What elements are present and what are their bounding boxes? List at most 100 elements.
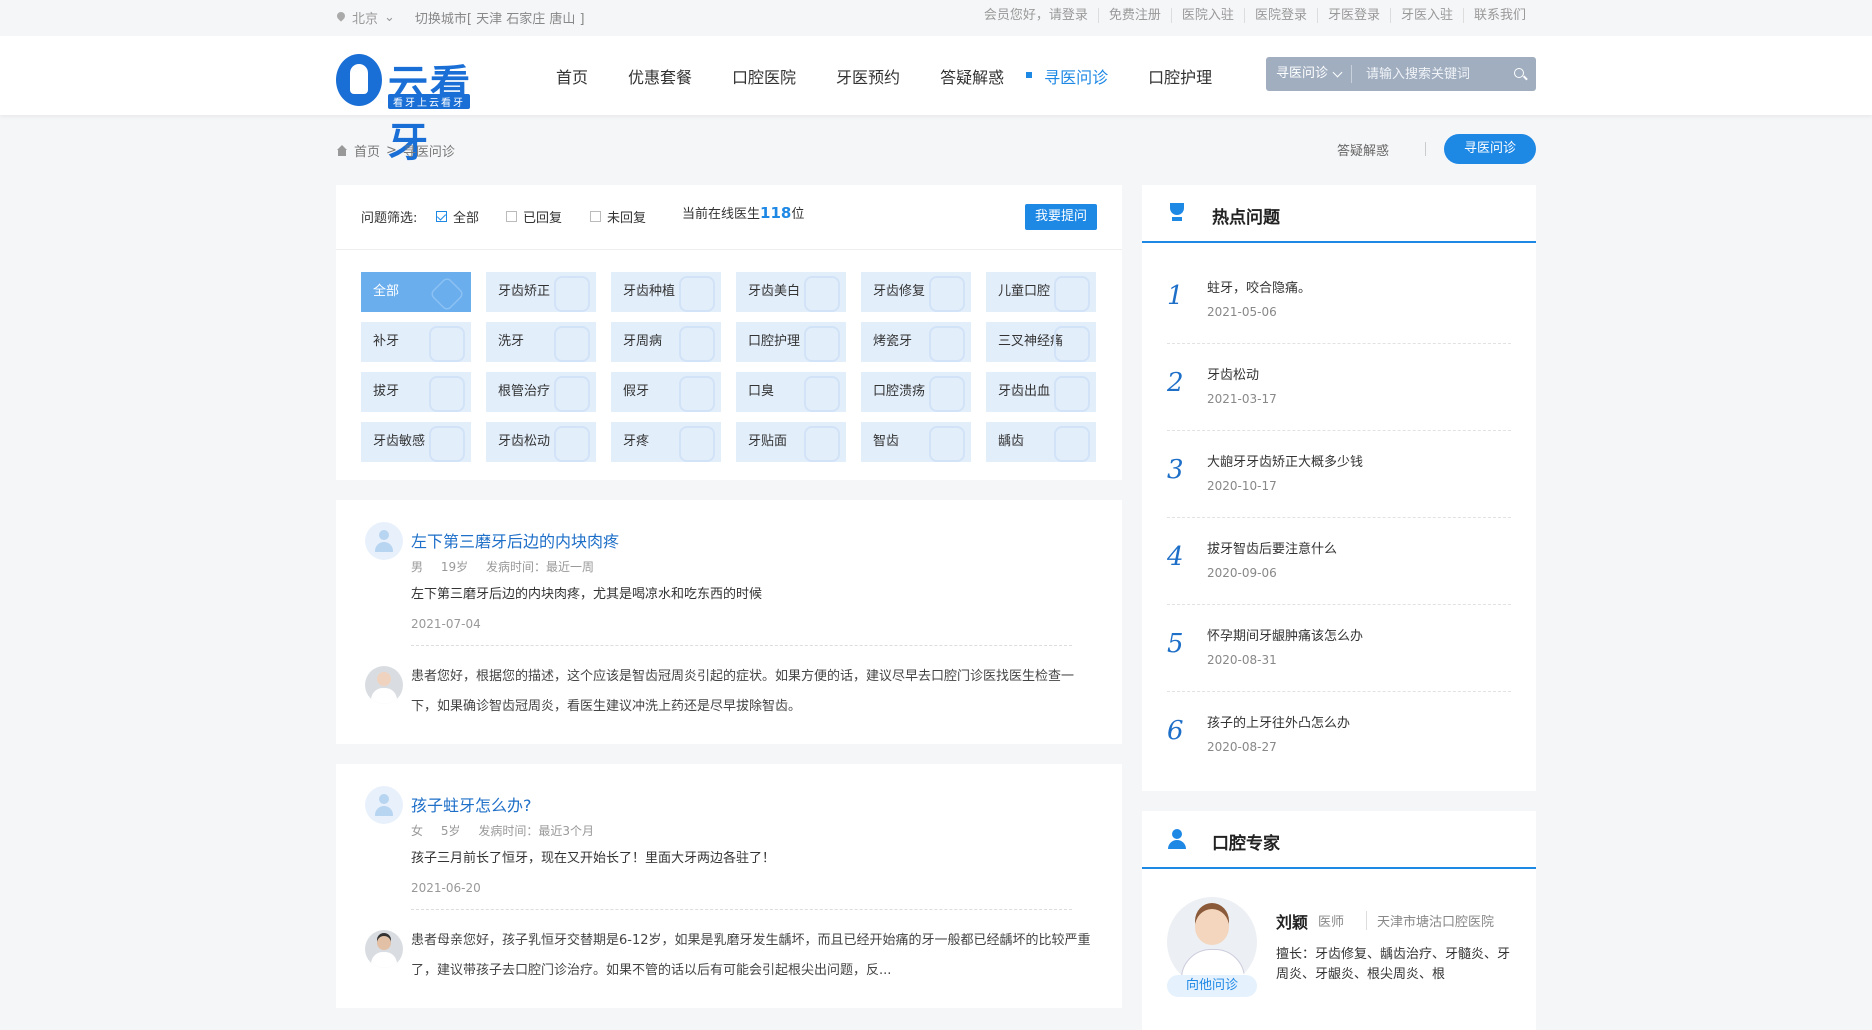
expert-hospital[interactable]: 天津市塘沽口腔医院 [1366,911,1494,930]
category-item[interactable]: 牙周病 [611,322,721,362]
hot-question-date: 2021-05-06 [1207,305,1277,319]
category-item[interactable]: 牙齿松动 [486,422,596,462]
contact-link[interactable]: 联系我们 [1462,8,1536,23]
category-item[interactable]: 龋齿 [986,422,1096,462]
question-title[interactable]: 孩子蛀牙怎么办? [411,784,1097,816]
answer-text: 患者您好，根据您的描述，这个应该是智齿冠周炎引起的症状。如果方便的话，建议尽早去… [411,669,1075,714]
online-suffix: 位 [791,207,805,222]
doctor-icon [1167,829,1187,849]
hot-question-item[interactable]: 6 孩子的上牙往外凸怎么办 2020-08-27 [1167,692,1511,779]
ask-question-button[interactable]: 我要提问 [1024,204,1097,230]
search-icon[interactable] [1514,68,1524,78]
expert-header: 口腔专家 [1142,811,1536,869]
question-meta: 女 5岁 发病时间：最近3个月 [411,822,1097,839]
category-item[interactable]: 口腔护理 [736,322,846,362]
category-item[interactable]: 智齿 [861,422,971,462]
hot-question-title[interactable]: 拔牙智齿后要注意什么 [1207,538,1337,557]
hot-question-title[interactable]: 孩子的上牙往外凸怎么办 [1207,712,1350,731]
filter-all-label: 全部 [453,211,480,226]
question-date: 2021-07-04 [411,617,1072,646]
category-item[interactable]: 牙齿修复 [861,272,971,312]
hot-rank: 4 [1167,542,1184,572]
filter-unreplied[interactable]: 未回复 [590,207,646,226]
hospital-login-link[interactable]: 医院登录 [1243,8,1317,23]
question-card: 左下第三磨牙后边的内块肉疼 男 19岁 发病时间：最近一周 左下第三磨牙后边的内… [336,500,1122,744]
category-item[interactable]: 牙贴面 [736,422,846,462]
search-type-select[interactable]: 寻医问诊 [1266,65,1353,83]
tab-consult[interactable]: 寻医问诊 [1443,134,1536,164]
filter-unreplied-label: 未回复 [607,211,647,226]
search-type-label: 寻医问诊 [1276,66,1329,81]
category-item[interactable]: 根管治疗 [486,372,596,412]
hot-questions-list: 1 蛀牙，咬合隐痛。 2021-05-06 2 牙齿松动 2021-03-17 … [1142,243,1536,791]
category-item[interactable]: 牙齿种植 [611,272,721,312]
category-item[interactable]: 补牙 [361,322,471,362]
breadcrumb-row: 首页 > 寻医问诊 答疑解惑 寻医问诊 [336,115,1536,185]
tab-qa[interactable]: 答疑解惑 [1337,140,1389,159]
ask-expert-button[interactable]: 向他问诊 [1167,975,1257,997]
expert-panel: 口腔专家 向他问诊 刘颖 医师 天津市塘沽口腔医院 擅长：牙齿修复、龋齿治疗、牙… [1142,811,1536,1030]
category-item[interactable]: 拔牙 [361,372,471,412]
filter-all[interactable]: 全部 [436,207,479,226]
doctor-avatar [365,930,403,968]
hot-question-title[interactable]: 蛀牙，咬合隐痛。 [1207,277,1311,296]
hospital-join-link[interactable]: 医院入驻 [1170,8,1244,23]
category-item[interactable]: 洗牙 [486,322,596,362]
hot-rank: 2 [1167,368,1184,398]
nav-hospitals[interactable]: 口腔医院 [732,64,796,88]
category-item[interactable]: 假牙 [611,372,721,412]
login-link[interactable]: 会员您好，请登录 [974,8,1098,23]
category-item[interactable]: 牙齿矫正 [486,272,596,312]
hot-question-item[interactable]: 3 大龅牙牙齿矫正大概多少钱 2020-10-17 [1167,431,1511,518]
filter-panel: 问题筛选: 全部 已回复 未回复 当前在线医生118位 我要提问 全部 牙齿矫正… [336,185,1122,480]
category-item[interactable]: 全部 [361,272,471,312]
category-item[interactable]: 牙疼 [611,422,721,462]
question-title[interactable]: 左下第三磨牙后边的内块肉疼 [411,520,1097,552]
hot-questions-title: 热点问题 [1212,208,1280,228]
hot-rank: 6 [1167,716,1184,746]
nav-qa[interactable]: 答疑解惑 [940,64,1004,88]
breadcrumb-home[interactable]: 首页 [354,141,380,160]
nav-appointment[interactable]: 牙医预约 [836,64,900,88]
breadcrumb-separator: > [386,143,397,158]
switch-city[interactable]: 切换城市[ 天津 石家庄 唐山 ] [415,8,585,27]
category-item[interactable]: 牙齿敏感 [361,422,471,462]
nav-care[interactable]: 口腔护理 [1148,64,1212,88]
category-item[interactable]: 三叉神经痛 [986,322,1096,362]
main-nav: 首页 优惠套餐 口腔医院 牙医预约 答疑解惑 寻医问诊 口腔护理 [556,64,1252,88]
dentist-join-link[interactable]: 牙医入驻 [1389,8,1463,23]
doctor-avatar [365,666,403,704]
hot-question-title[interactable]: 大龅牙牙齿矫正大概多少钱 [1207,451,1363,470]
hot-question-date: 2020-08-31 [1207,653,1277,667]
nav-consult[interactable]: 寻医问诊 [1026,64,1108,88]
category-item[interactable]: 儿童口腔 [986,272,1096,312]
logo[interactable]: 云看牙 看牙上云看牙 [336,54,501,166]
hot-question-item[interactable]: 2 牙齿松动 2021-03-17 [1167,344,1511,431]
hot-question-title[interactable]: 怀孕期间牙龈肿痛该怎么办 [1207,625,1363,644]
hot-question-item[interactable]: 5 怀孕期间牙龈肿痛该怎么办 2020-08-31 [1167,605,1511,692]
expert-name[interactable]: 刘颖 [1276,909,1308,933]
online-count: 118 [760,204,792,222]
category-item[interactable]: 口臭 [736,372,846,412]
nav-home[interactable]: 首页 [556,64,588,88]
nav-packages[interactable]: 优惠套餐 [628,64,692,88]
hot-question-item[interactable]: 1 蛀牙，咬合隐痛。 2021-05-06 [1167,257,1511,344]
location-selector[interactable]: 北京 ⌄ 切换城市[ 天津 石家庄 唐山 ] [336,8,585,27]
patient-avatar-icon [365,786,403,824]
illness-duration: 发病时间：最近3个月 [478,824,594,838]
dentist-login-link[interactable]: 牙医登录 [1316,8,1390,23]
category-item[interactable]: 口腔溃疡 [861,372,971,412]
right-column: 热点问题 1 蛀牙，咬合隐痛。 2021-05-06 2 牙齿松动 2021-0… [1142,185,1536,1030]
hot-rank: 1 [1167,281,1184,311]
category-item[interactable]: 牙齿美白 [736,272,846,312]
category-item[interactable]: 牙齿出血 [986,372,1096,412]
hot-question-item[interactable]: 4 拔牙智齿后要注意什么 2020-09-06 [1167,518,1511,605]
current-city[interactable]: 北京 [352,8,378,27]
filter-replied[interactable]: 已回复 [506,207,562,226]
category-item[interactable]: 烤瓷牙 [861,322,971,362]
register-link[interactable]: 免费注册 [1097,8,1171,23]
logo-slogan: 看牙上云看牙 [388,94,470,109]
search-input[interactable] [1352,66,1493,82]
expert-avatar[interactable] [1167,897,1257,987]
hot-question-title[interactable]: 牙齿松动 [1207,364,1259,383]
